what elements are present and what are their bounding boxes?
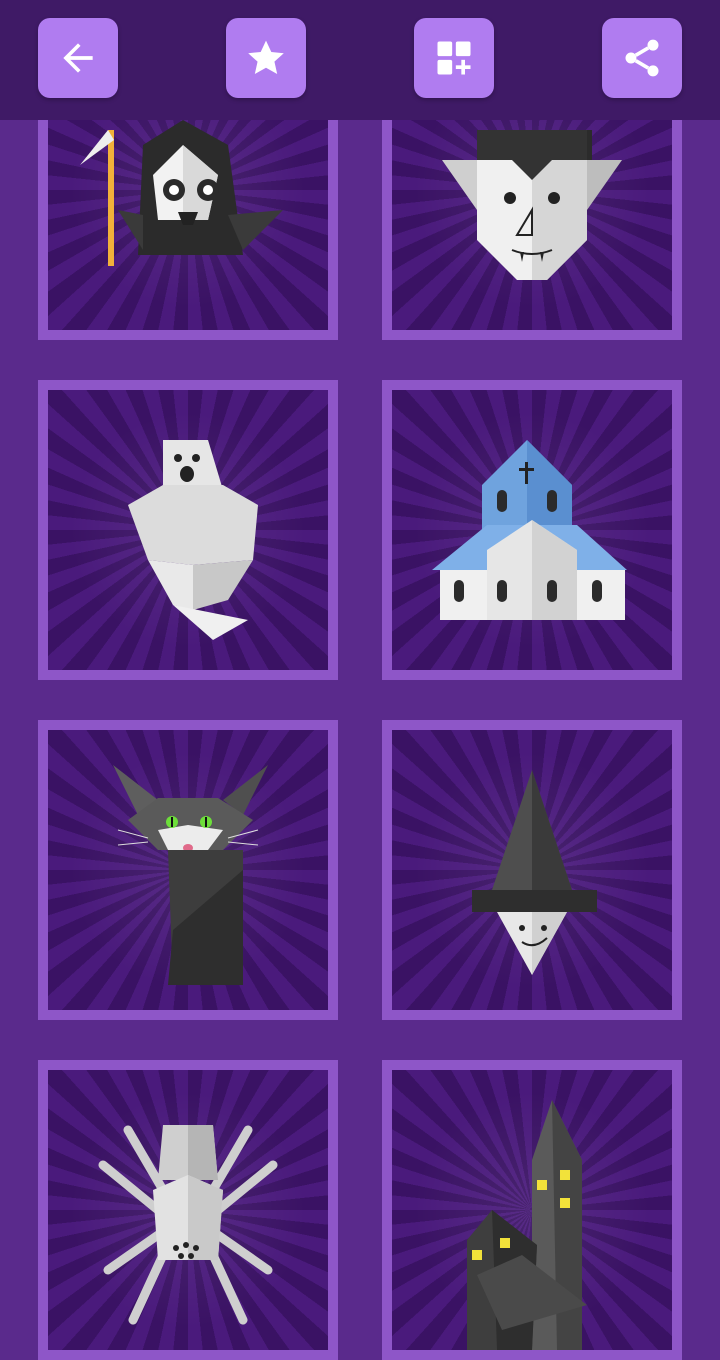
grid-plus-icon — [437, 41, 471, 75]
favorite-button[interactable] — [226, 18, 306, 98]
haunted-house-image — [467, 1100, 587, 1350]
share-icon — [625, 39, 659, 77]
top-toolbar — [0, 0, 720, 120]
church-image — [432, 440, 627, 620]
more-apps-button[interactable] — [414, 18, 494, 98]
tile-spider[interactable] — [38, 1060, 338, 1360]
tile-witch[interactable] — [382, 720, 682, 1020]
tile-haunted-house[interactable] — [382, 1060, 682, 1360]
origami-grid — [0, 0, 720, 1360]
tile-cat[interactable] — [38, 720, 338, 1020]
arrow-left-icon — [63, 43, 93, 73]
star-icon — [248, 40, 284, 74]
cat-image — [113, 765, 268, 985]
ghost-image — [128, 440, 258, 640]
witch-image — [472, 770, 597, 975]
spider-image — [98, 1125, 278, 1325]
tile-church[interactable] — [382, 380, 682, 680]
share-button[interactable] — [602, 18, 682, 98]
tile-ghost[interactable] — [38, 380, 338, 680]
back-button[interactable] — [38, 18, 118, 98]
